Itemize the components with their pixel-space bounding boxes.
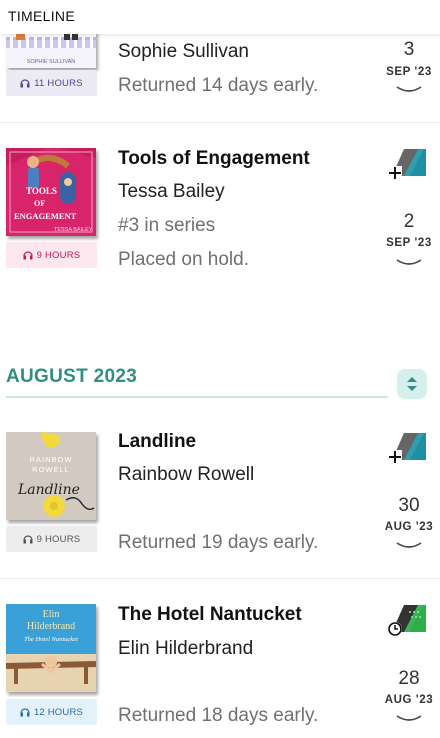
cover-author-line-2: ROWELL: [32, 465, 70, 474]
activity-note: Returned 14 days early.: [118, 75, 319, 96]
book-cover[interactable]: RAINBOW ROWELL Landline: [6, 432, 96, 520]
activity-note: Returned 18 days early.: [118, 705, 319, 726]
cover-title-line-1: TOOLS: [26, 186, 57, 196]
chevron-down-icon[interactable]: [395, 714, 423, 724]
book-cover[interactable]: Elin Hilderbrand The Hotel Nantucket: [6, 604, 96, 692]
month-heading: AUGUST 2023: [6, 366, 138, 387]
badge-label: 11 HOURS: [34, 77, 83, 89]
badge-label: 9 HOURS: [36, 533, 81, 545]
headphones-icon: [20, 708, 30, 717]
chevron-down-icon[interactable]: [395, 258, 423, 268]
divider: [0, 578, 440, 579]
cover-author: TESSA BAILEY: [54, 227, 93, 233]
date-month: AUG '23: [384, 521, 434, 533]
series-info[interactable]: #3 in series: [118, 215, 215, 237]
book-cover[interactable]: TOOLS OF ENGAGEMENT TESSA BAILEY: [6, 148, 96, 236]
book-title[interactable]: Landline: [118, 431, 196, 453]
cover-title-line-2: OF: [34, 199, 45, 208]
page-title: TIMELINE: [8, 8, 75, 24]
book-author[interactable]: Rainbow Rowell: [118, 464, 254, 486]
date-day: 28: [398, 668, 420, 689]
expand-collapse-icon: [407, 377, 417, 391]
listening-time-badge: 11 HOURS: [6, 70, 97, 96]
book-title[interactable]: Tools of Engagement: [118, 148, 310, 170]
add-to-shelf-icon: [388, 433, 426, 464]
date-day: 30: [398, 495, 420, 516]
badge-label: 9 HOURS: [36, 249, 81, 261]
listening-time-badge: 9 HOURS: [6, 242, 97, 268]
timeline-header: TIMELINE: [0, 0, 440, 34]
add-to-shelf-button[interactable]: [388, 432, 428, 464]
date-month: SEP '23: [386, 66, 432, 78]
borrowed-clock-icon: [388, 605, 426, 636]
add-to-shelf-icon: [388, 149, 426, 180]
cover-author-line-2: Hilderbrand: [27, 621, 75, 632]
date-day: 3: [403, 39, 415, 60]
activity-note: Placed on hold.: [118, 249, 249, 270]
date-day: 2: [403, 211, 415, 232]
chevron-down-icon[interactable]: [395, 541, 423, 551]
add-to-shelf-button[interactable]: [388, 148, 428, 180]
cover-author-line-1: Elin: [43, 609, 60, 620]
cover-title: Landline: [17, 482, 80, 498]
expand-collapse-button[interactable]: [397, 369, 427, 399]
book-author[interactable]: Tessa Bailey: [118, 181, 225, 203]
cover-credit: SOPHIE SULLIVAN: [27, 59, 76, 65]
book-author: Sophie Sullivan: [118, 41, 249, 62]
month-divider: [6, 396, 388, 398]
cover-author-line-1: RAINBOW: [30, 455, 73, 464]
borrowed-status-button[interactable]: [388, 604, 428, 636]
book-title[interactable]: The Hotel Nantucket: [118, 604, 302, 626]
date-month: SEP '23: [386, 237, 432, 249]
cover-title-line-3: ENGAGEMENT: [14, 211, 77, 221]
date-month: AUG '23: [384, 694, 434, 706]
headphones-icon: [23, 251, 33, 260]
book-author[interactable]: Elin Hilderbrand: [118, 638, 253, 660]
headphones-icon: [23, 535, 33, 544]
badge-label: 12 HOURS: [33, 706, 84, 718]
cover-title: The Hotel Nantucket: [24, 636, 78, 643]
headphones-icon: [20, 79, 30, 88]
chevron-down-icon[interactable]: [395, 85, 423, 95]
activity-note: Returned 19 days early.: [118, 532, 319, 553]
listening-time-badge: 9 HOURS: [6, 526, 97, 552]
divider: [0, 122, 440, 123]
listening-time-badge: 12 HOURS: [6, 699, 97, 725]
